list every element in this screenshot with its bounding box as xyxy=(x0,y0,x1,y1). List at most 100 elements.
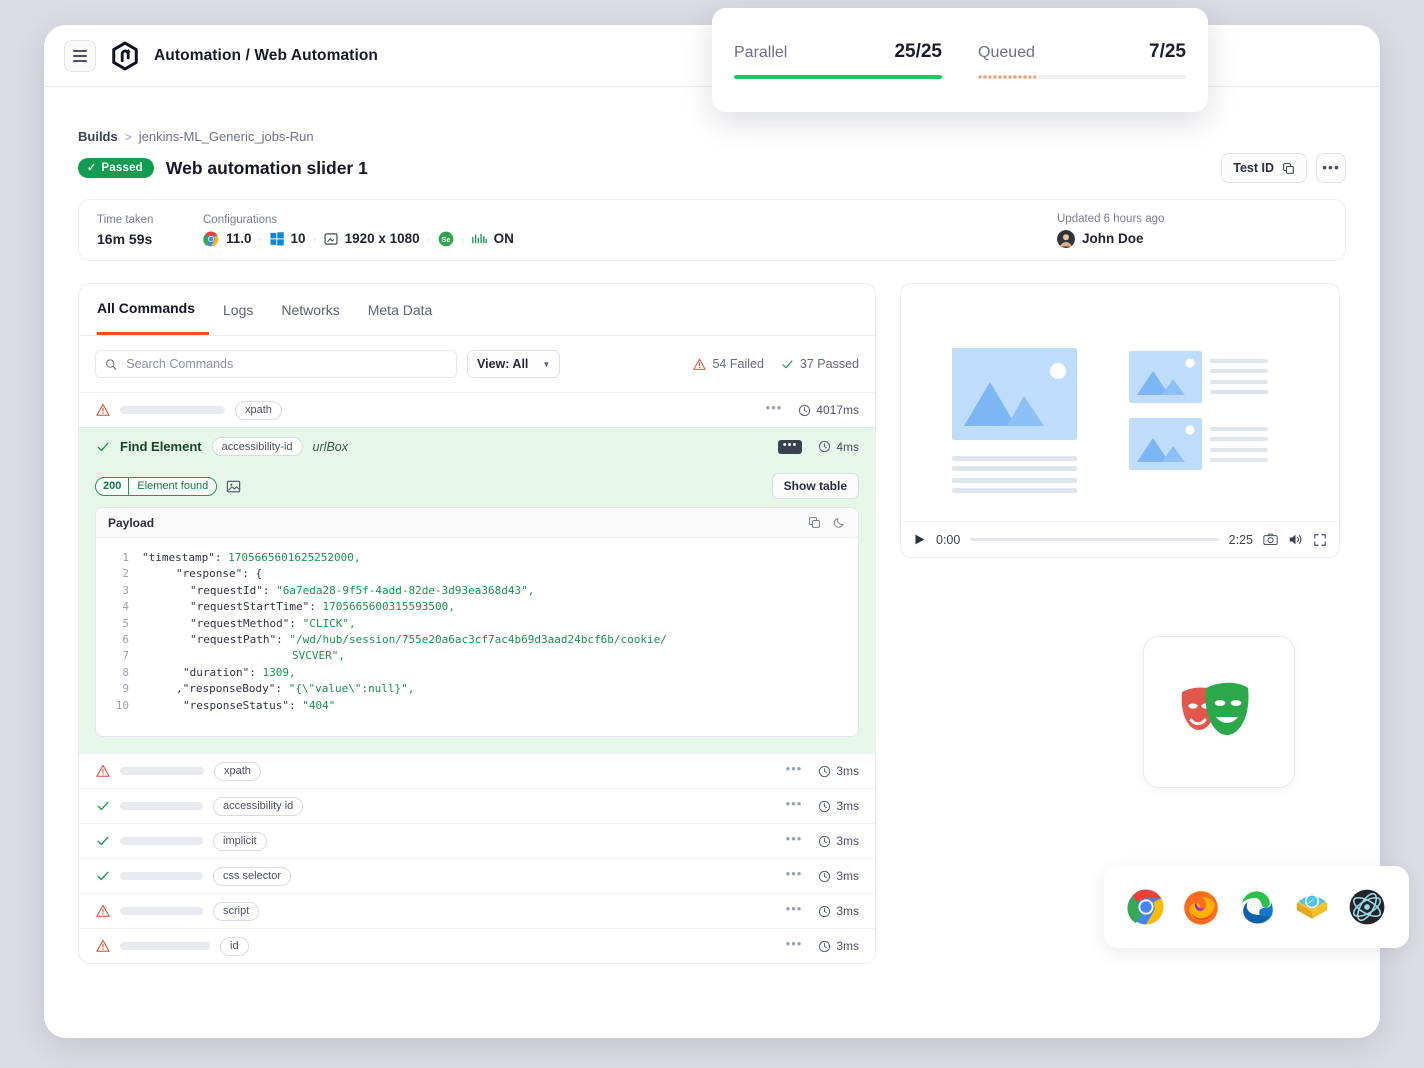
more-options-button[interactable]: ••• xyxy=(1316,153,1346,183)
table-row[interactable]: xpath•••3ms xyxy=(79,753,875,788)
command-duration: 4017ms xyxy=(798,403,859,417)
row-menu-icon[interactable]: ••• xyxy=(786,839,803,844)
row-menu-icon[interactable]: ••• xyxy=(766,408,783,413)
title-row: ✓ Passed Web automation slider 1 Test ID… xyxy=(78,153,1346,183)
clock-icon xyxy=(818,800,831,813)
video-progress-bar[interactable] xyxy=(970,538,1218,541)
payload-title: Payload xyxy=(108,516,154,530)
code-key: "duration": xyxy=(183,666,262,679)
wireframe-text-line xyxy=(1210,359,1268,363)
code-key: "responseStatus": xyxy=(183,699,302,712)
hamburger-icon[interactable] xyxy=(64,40,96,72)
line-number: 10 xyxy=(96,698,142,714)
wireframe-text-line xyxy=(952,488,1077,493)
tab-networks[interactable]: Networks xyxy=(267,284,353,335)
command-name-placeholder xyxy=(120,406,225,414)
show-table-button[interactable]: Show table xyxy=(772,473,859,499)
status-badge: ✓ Passed xyxy=(78,158,154,178)
status-badge-label: Passed xyxy=(101,162,142,174)
view-filter-label: View: All xyxy=(477,357,528,371)
copy-icon xyxy=(1282,162,1295,175)
tab-all-commands[interactable]: All Commands xyxy=(97,284,209,335)
stat-queued-fill xyxy=(978,75,1036,79)
stat-parallel-value: 25/25 xyxy=(894,41,942,63)
status-code: 200 xyxy=(96,478,128,495)
code-value: 1309, xyxy=(262,666,295,679)
command-name-placeholder xyxy=(120,802,203,810)
chrome-icon xyxy=(203,231,219,247)
status-chip: 200 Element found xyxy=(95,477,217,496)
electron-icon[interactable] xyxy=(1348,888,1386,926)
wireframe-text-line xyxy=(1210,390,1268,394)
row-menu-icon[interactable]: ••• xyxy=(786,804,803,809)
table-row[interactable]: accessibility id•••3ms xyxy=(79,788,875,823)
table-row[interactable]: implicit•••3ms xyxy=(79,823,875,858)
check-icon: ✓ xyxy=(87,163,96,174)
code-line: 2 "response": { xyxy=(96,566,858,582)
line-number: 5 xyxy=(96,616,142,632)
clock-icon xyxy=(818,765,831,778)
test-info-card: Time taken 16m 59s Configurations 11.0 · xyxy=(78,199,1346,261)
view-filter-select[interactable]: View: All ▼ xyxy=(467,350,560,378)
code-value: "{\"value\":null}", xyxy=(289,682,415,695)
moon-icon[interactable] xyxy=(833,516,846,529)
code-line: 4 "requestStartTime": 170566560031559350… xyxy=(96,599,858,615)
breadcrumb-separator: > xyxy=(125,130,132,144)
code-value: "/wd/hub/session/755e20a6ac3cf7ac4b69d3a… xyxy=(289,633,667,646)
image-icon[interactable] xyxy=(226,479,241,494)
resolution-icon xyxy=(324,232,338,246)
concurrency-stats-popover: Parallel 25/25 Queued 7/25 xyxy=(712,8,1208,112)
passed-count: 37 Passed xyxy=(781,357,859,371)
row-menu-icon[interactable]: ••• xyxy=(786,909,803,914)
fullscreen-icon[interactable] xyxy=(1313,533,1327,547)
test-id-button[interactable]: Test ID xyxy=(1221,153,1307,183)
safari-icon[interactable] xyxy=(1293,888,1331,926)
updated-label: Updated 6 hours ago xyxy=(1057,213,1327,225)
os-version: 10 xyxy=(291,231,306,246)
command-locator-tag: implicit xyxy=(213,832,267,851)
table-row[interactable]: id•••3ms xyxy=(79,928,875,963)
table-row-selected[interactable]: Find Element accessibility-id urlBox •••… xyxy=(79,427,875,465)
breadcrumb-root[interactable]: Builds xyxy=(78,129,118,144)
table-row[interactable]: xpath ••• 4017ms xyxy=(79,392,875,427)
chrome-icon[interactable] xyxy=(1127,888,1165,926)
stat-queued-label: Queued xyxy=(978,44,1035,62)
copy-icon[interactable] xyxy=(808,516,821,529)
camera-icon[interactable] xyxy=(1263,532,1278,547)
volume-icon[interactable] xyxy=(1288,532,1303,547)
check-icon xyxy=(95,799,110,813)
line-number: 4 xyxy=(96,599,142,615)
command-target: urlBox xyxy=(313,440,348,454)
video-frame[interactable] xyxy=(901,284,1339,521)
edge-icon[interactable] xyxy=(1237,888,1275,926)
code-key: ,"responseBody": xyxy=(176,682,289,695)
preview-panel: 0:00 2:25 xyxy=(900,283,1340,964)
row-menu-icon[interactable]: ••• xyxy=(786,769,803,774)
search-input[interactable] xyxy=(124,356,447,372)
firefox-icon[interactable] xyxy=(1182,888,1220,926)
stat-parallel-label: Parallel xyxy=(734,44,787,62)
tab-logs[interactable]: Logs xyxy=(209,284,267,335)
time-taken-value: 16m 59s xyxy=(97,231,203,247)
table-row[interactable]: css selector•••3ms xyxy=(79,858,875,893)
video-total-time: 2:25 xyxy=(1229,533,1253,547)
wireframe-image-small xyxy=(1129,351,1202,403)
row-menu-icon[interactable]: ••• xyxy=(786,874,803,879)
search-icon xyxy=(105,358,117,371)
play-icon[interactable] xyxy=(913,533,926,546)
row-menu-icon[interactable]: ••• xyxy=(778,440,803,454)
command-result-row: 200 Element found Show table xyxy=(79,465,875,507)
wireframe-text-line xyxy=(1210,380,1268,384)
payload-card: Payload 1 xyxy=(95,507,859,737)
payload-section: Payload 1 xyxy=(79,507,875,753)
row-menu-icon[interactable]: ••• xyxy=(786,944,803,949)
breadcrumb-leaf[interactable]: jenkins-ML_Generic_jobs-Run xyxy=(139,129,314,144)
configurations-block: Configurations 11.0 · 10 · xyxy=(203,214,1057,247)
tab-meta-data[interactable]: Meta Data xyxy=(354,284,447,335)
code-value: 1705665600315593500, xyxy=(322,600,454,613)
search-box[interactable] xyxy=(95,350,457,378)
table-row[interactable]: script•••3ms xyxy=(79,893,875,928)
wireframe-text-line xyxy=(1210,448,1268,452)
stat-queued-value: 7/25 xyxy=(1149,41,1186,63)
stat-parallel: Parallel 25/25 xyxy=(734,41,942,79)
